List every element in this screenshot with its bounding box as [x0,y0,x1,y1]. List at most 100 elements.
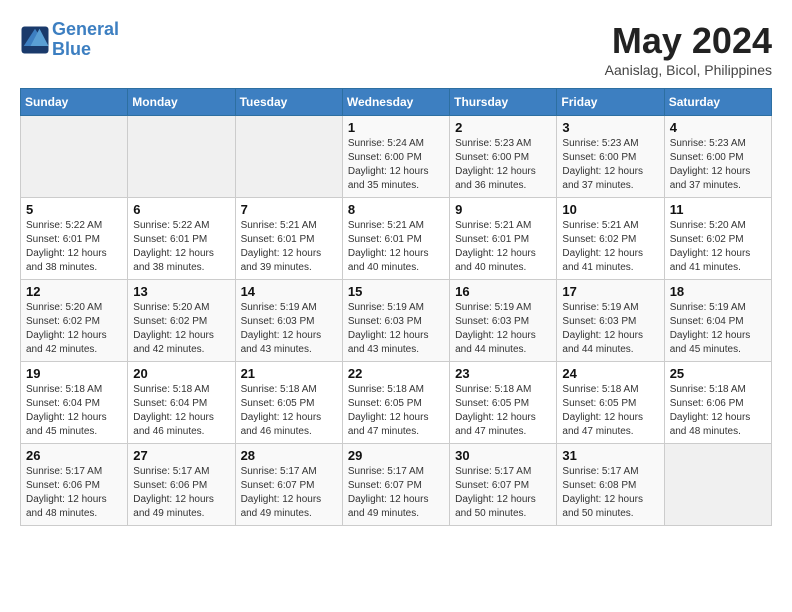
calendar-cell: 10 Sunrise: 5:21 AMSunset: 6:02 PMDaylig… [557,198,664,280]
day-info: Sunrise: 5:19 AMSunset: 6:03 PMDaylight:… [348,301,444,357]
calendar-cell: 26 Sunrise: 5:17 AMSunset: 6:06 PMDaylig… [21,444,128,526]
day-number: 28 [241,448,337,463]
calendar-cell: 22 Sunrise: 5:18 AMSunset: 6:05 PMDaylig… [342,362,449,444]
day-number: 15 [348,284,444,299]
calendar-cell: 30 Sunrise: 5:17 AMSunset: 6:07 PMDaylig… [450,444,557,526]
logo-icon [20,25,50,55]
weekday-row: SundayMondayTuesdayWednesdayThursdayFrid… [21,89,772,116]
calendar-cell: 4 Sunrise: 5:23 AMSunset: 6:00 PMDayligh… [664,116,771,198]
day-info: Sunrise: 5:17 AMSunset: 6:07 PMDaylight:… [455,465,551,521]
day-info: Sunrise: 5:18 AMSunset: 6:04 PMDaylight:… [26,383,122,439]
calendar-cell: 1 Sunrise: 5:24 AMSunset: 6:00 PMDayligh… [342,116,449,198]
day-info: Sunrise: 5:18 AMSunset: 6:04 PMDaylight:… [133,383,229,439]
weekday-header: Thursday [450,89,557,116]
day-number: 6 [133,202,229,217]
day-info: Sunrise: 5:22 AMSunset: 6:01 PMDaylight:… [26,219,122,275]
title-area: May 2024 Aanislag, Bicol, Philippines [605,20,772,78]
day-info: Sunrise: 5:18 AMSunset: 6:05 PMDaylight:… [455,383,551,439]
day-info: Sunrise: 5:24 AMSunset: 6:00 PMDaylight:… [348,137,444,193]
day-number: 4 [670,120,766,135]
day-info: Sunrise: 5:21 AMSunset: 6:01 PMDaylight:… [348,219,444,275]
calendar-cell: 18 Sunrise: 5:19 AMSunset: 6:04 PMDaylig… [664,280,771,362]
weekday-header: Sunday [21,89,128,116]
day-info: Sunrise: 5:22 AMSunset: 6:01 PMDaylight:… [133,219,229,275]
weekday-header: Monday [128,89,235,116]
day-info: Sunrise: 5:17 AMSunset: 6:06 PMDaylight:… [133,465,229,521]
weekday-header: Friday [557,89,664,116]
weekday-header: Saturday [664,89,771,116]
calendar-cell: 28 Sunrise: 5:17 AMSunset: 6:07 PMDaylig… [235,444,342,526]
day-number: 25 [670,366,766,381]
day-number: 9 [455,202,551,217]
calendar-cell: 3 Sunrise: 5:23 AMSunset: 6:00 PMDayligh… [557,116,664,198]
calendar-cell: 6 Sunrise: 5:22 AMSunset: 6:01 PMDayligh… [128,198,235,280]
logo-line1: General [52,19,119,39]
calendar-cell: 27 Sunrise: 5:17 AMSunset: 6:06 PMDaylig… [128,444,235,526]
calendar-cell: 7 Sunrise: 5:21 AMSunset: 6:01 PMDayligh… [235,198,342,280]
day-number: 22 [348,366,444,381]
calendar-cell: 2 Sunrise: 5:23 AMSunset: 6:00 PMDayligh… [450,116,557,198]
day-info: Sunrise: 5:17 AMSunset: 6:08 PMDaylight:… [562,465,658,521]
day-info: Sunrise: 5:19 AMSunset: 6:03 PMDaylight:… [241,301,337,357]
day-number: 5 [26,202,122,217]
calendar-week-row: 19 Sunrise: 5:18 AMSunset: 6:04 PMDaylig… [21,362,772,444]
month-title: May 2024 [605,20,772,62]
day-info: Sunrise: 5:18 AMSunset: 6:05 PMDaylight:… [562,383,658,439]
day-info: Sunrise: 5:20 AMSunset: 6:02 PMDaylight:… [670,219,766,275]
calendar-cell: 24 Sunrise: 5:18 AMSunset: 6:05 PMDaylig… [557,362,664,444]
page-header: General Blue May 2024 Aanislag, Bicol, P… [20,20,772,78]
calendar-cell: 13 Sunrise: 5:20 AMSunset: 6:02 PMDaylig… [128,280,235,362]
calendar-table: SundayMondayTuesdayWednesdayThursdayFrid… [20,88,772,526]
day-number: 21 [241,366,337,381]
day-number: 13 [133,284,229,299]
day-number: 14 [241,284,337,299]
day-number: 24 [562,366,658,381]
day-info: Sunrise: 5:19 AMSunset: 6:03 PMDaylight:… [455,301,551,357]
day-number: 27 [133,448,229,463]
day-number: 12 [26,284,122,299]
day-info: Sunrise: 5:19 AMSunset: 6:03 PMDaylight:… [562,301,658,357]
day-number: 7 [241,202,337,217]
day-info: Sunrise: 5:17 AMSunset: 6:07 PMDaylight:… [348,465,444,521]
calendar-cell: 14 Sunrise: 5:19 AMSunset: 6:03 PMDaylig… [235,280,342,362]
day-number: 20 [133,366,229,381]
day-info: Sunrise: 5:20 AMSunset: 6:02 PMDaylight:… [26,301,122,357]
day-number: 2 [455,120,551,135]
calendar-week-row: 12 Sunrise: 5:20 AMSunset: 6:02 PMDaylig… [21,280,772,362]
calendar-cell: 9 Sunrise: 5:21 AMSunset: 6:01 PMDayligh… [450,198,557,280]
calendar-cell: 5 Sunrise: 5:22 AMSunset: 6:01 PMDayligh… [21,198,128,280]
day-number: 3 [562,120,658,135]
day-number: 31 [562,448,658,463]
day-number: 26 [26,448,122,463]
calendar-cell: 25 Sunrise: 5:18 AMSunset: 6:06 PMDaylig… [664,362,771,444]
day-info: Sunrise: 5:20 AMSunset: 6:02 PMDaylight:… [133,301,229,357]
calendar-cell [128,116,235,198]
logo: General Blue [20,20,119,60]
calendar-body: 1 Sunrise: 5:24 AMSunset: 6:00 PMDayligh… [21,116,772,526]
day-info: Sunrise: 5:17 AMSunset: 6:06 PMDaylight:… [26,465,122,521]
day-number: 10 [562,202,658,217]
calendar-cell: 20 Sunrise: 5:18 AMSunset: 6:04 PMDaylig… [128,362,235,444]
calendar-cell: 8 Sunrise: 5:21 AMSunset: 6:01 PMDayligh… [342,198,449,280]
weekday-header: Tuesday [235,89,342,116]
day-info: Sunrise: 5:17 AMSunset: 6:07 PMDaylight:… [241,465,337,521]
day-info: Sunrise: 5:18 AMSunset: 6:05 PMDaylight:… [348,383,444,439]
calendar-cell [21,116,128,198]
day-info: Sunrise: 5:18 AMSunset: 6:06 PMDaylight:… [670,383,766,439]
day-number: 23 [455,366,551,381]
weekday-header: Wednesday [342,89,449,116]
day-info: Sunrise: 5:19 AMSunset: 6:04 PMDaylight:… [670,301,766,357]
calendar-cell: 19 Sunrise: 5:18 AMSunset: 6:04 PMDaylig… [21,362,128,444]
calendar-cell: 16 Sunrise: 5:19 AMSunset: 6:03 PMDaylig… [450,280,557,362]
day-info: Sunrise: 5:23 AMSunset: 6:00 PMDaylight:… [562,137,658,193]
calendar-cell: 31 Sunrise: 5:17 AMSunset: 6:08 PMDaylig… [557,444,664,526]
day-info: Sunrise: 5:18 AMSunset: 6:05 PMDaylight:… [241,383,337,439]
calendar-cell: 11 Sunrise: 5:20 AMSunset: 6:02 PMDaylig… [664,198,771,280]
logo-text: General Blue [52,20,119,60]
calendar-cell: 29 Sunrise: 5:17 AMSunset: 6:07 PMDaylig… [342,444,449,526]
location: Aanislag, Bicol, Philippines [605,62,772,78]
day-number: 19 [26,366,122,381]
logo-line2: Blue [52,39,91,59]
day-number: 1 [348,120,444,135]
day-info: Sunrise: 5:23 AMSunset: 6:00 PMDaylight:… [670,137,766,193]
